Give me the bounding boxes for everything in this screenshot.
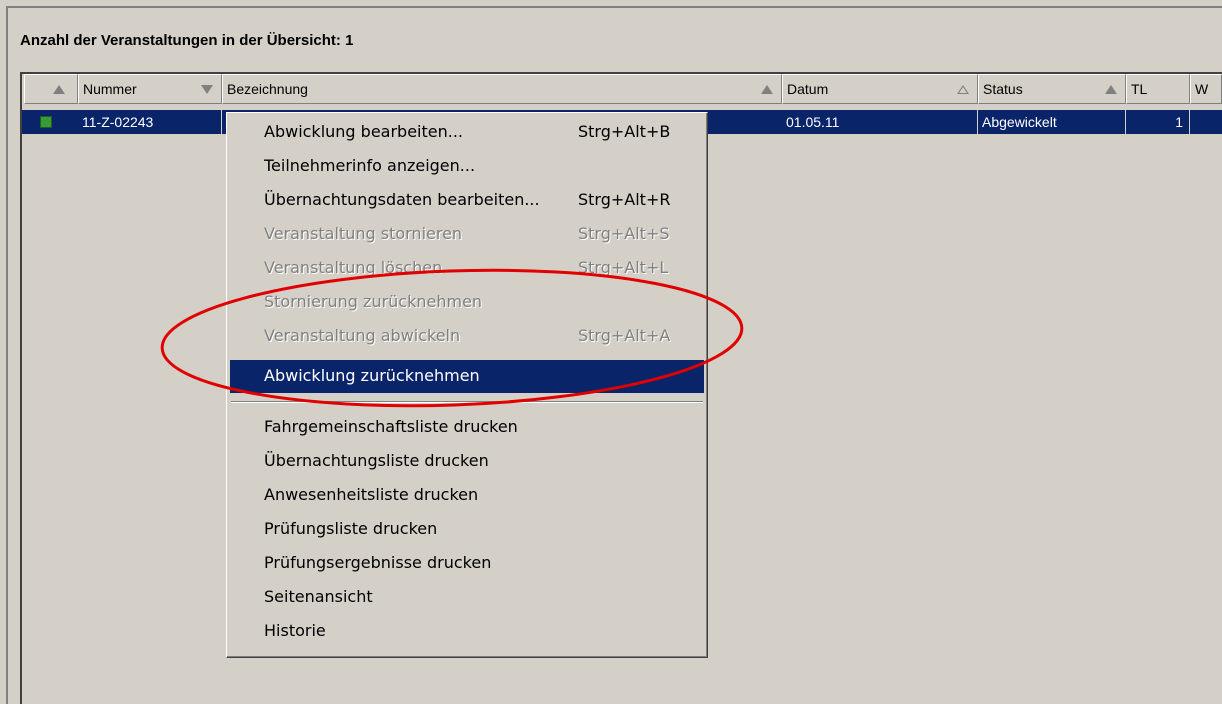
menu-item-label: Teilnehmerinfo anzeigen...: [264, 156, 476, 175]
menu-item-label: Veranstaltung stornieren: [264, 224, 463, 243]
menu-item-stornierung-zuruecknehmen: Stornierung zurücknehmen: [230, 286, 704, 319]
cell-nummer[interactable]: 11-Z-02243: [78, 110, 222, 134]
menu-item-label: Anwesenheitsliste drucken: [264, 485, 479, 504]
menu-item-fahrgemeinschaftsliste-drucken[interactable]: Fahrgemeinschaftsliste drucken: [230, 411, 704, 444]
menu-item-teilnehmerinfo-anzeigen[interactable]: Teilnehmerinfo anzeigen...: [230, 150, 704, 183]
sort-ascending-icon: [1105, 85, 1117, 94]
menu-item-anwesenheitsliste-drucken[interactable]: Anwesenheitsliste drucken: [230, 479, 704, 512]
column-header-label: Status: [983, 81, 1023, 97]
column-header-nummer[interactable]: Nummer: [78, 74, 222, 104]
menu-item-label: Stornierung zurücknehmen: [264, 292, 483, 311]
menu-item-shortcut: Strg+Alt+A: [578, 326, 671, 345]
column-header-label: Nummer: [83, 81, 137, 97]
column-header-tl[interactable]: TL: [1126, 74, 1190, 104]
column-header-label: W: [1195, 81, 1209, 97]
menu-item-abwicklung-bearbeiten[interactable]: Abwicklung bearbeiten... Strg+Alt+B: [230, 116, 704, 149]
menu-item-historie[interactable]: Historie: [230, 615, 704, 648]
menu-item-label: Prüfungsliste drucken: [264, 519, 438, 538]
menu-item-shortcut: Strg+Alt+B: [578, 122, 671, 141]
column-header-bezeichnung[interactable]: Bezeichnung: [222, 74, 782, 104]
menu-item-label: Veranstaltung löschen: [264, 258, 443, 277]
column-header-label: TL: [1131, 81, 1148, 97]
sort-ascending-outline-icon: [957, 85, 969, 94]
menu-item-label: Historie: [264, 621, 326, 640]
menu-item-label: Veranstaltung abwickeln: [264, 326, 461, 345]
column-header-indicator[interactable]: [24, 74, 78, 104]
menu-item-pruefungsergebnisse-drucken[interactable]: Prüfungsergebnisse drucken: [230, 547, 704, 580]
column-header-label: Bezeichnung: [227, 81, 308, 97]
menu-item-abwicklung-zuruecknehmen[interactable]: Abwicklung zurücknehmen: [230, 360, 704, 393]
menu-item-veranstaltung-abwickeln: Veranstaltung abwickeln Strg+Alt+A: [230, 320, 704, 353]
sort-ascending-icon: [761, 85, 773, 94]
column-header-label: Datum: [787, 81, 829, 97]
menu-item-uebernachtungsliste-drucken[interactable]: Übernachtungsliste drucken: [230, 445, 704, 478]
cell-datum[interactable]: 01.05.11: [782, 110, 978, 134]
menu-item-label: Abwicklung zurücknehmen: [264, 366, 480, 385]
column-header-datum[interactable]: Datum: [782, 74, 978, 104]
menu-item-shortcut: Strg+Alt+L: [578, 258, 669, 277]
status-indicator-icon: [40, 116, 52, 128]
menu-item-shortcut: Strg+Alt+R: [578, 190, 671, 209]
menu-item-veranstaltung-stornieren: Veranstaltung stornieren Strg+Alt+S: [230, 218, 704, 251]
menu-item-shortcut: Strg+Alt+S: [578, 224, 670, 243]
column-header-status[interactable]: Status: [978, 74, 1126, 104]
column-header-w[interactable]: W: [1190, 74, 1222, 104]
sort-ascending-icon: [53, 85, 65, 94]
menu-item-seitenansicht[interactable]: Seitenansicht: [230, 581, 704, 614]
menu-item-label: Übernachtungsdaten bearbeiten...: [264, 190, 540, 209]
menu-item-label: Fahrgemeinschaftsliste drucken: [264, 417, 518, 436]
menu-item-label: Übernachtungsliste drucken: [264, 451, 489, 470]
menu-separator: [231, 401, 703, 403]
context-menu: Abwicklung bearbeiten... Strg+Alt+B Teil…: [226, 112, 708, 658]
menu-item-uebernachtungsdaten-bearbeiten[interactable]: Übernachtungsdaten bearbeiten... Strg+Al…: [230, 184, 704, 217]
menu-item-label: Seitenansicht: [264, 587, 373, 606]
sort-descending-icon: [201, 85, 213, 94]
overview-count-title: Anzahl der Veranstaltungen in der Übersi…: [20, 32, 354, 49]
menu-item-veranstaltung-loeschen: Veranstaltung löschen Strg+Alt+L: [230, 252, 704, 285]
cell-status[interactable]: Abgewickelt: [978, 110, 1126, 134]
menu-item-label: Abwicklung bearbeiten...: [264, 122, 464, 141]
menu-item-label: Prüfungsergebnisse drucken: [264, 553, 492, 572]
cell-tl[interactable]: 1: [1126, 110, 1190, 134]
menu-item-pruefungsliste-drucken[interactable]: Prüfungsliste drucken: [230, 513, 704, 546]
